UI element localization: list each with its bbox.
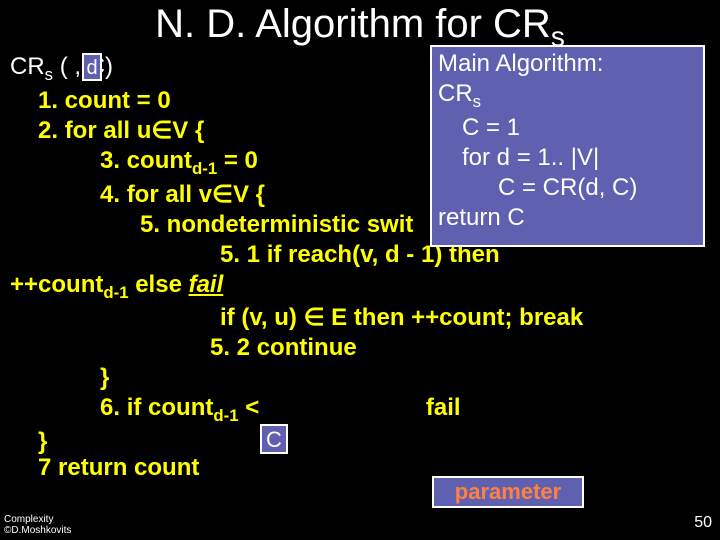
box-parameter-label: parameter bbox=[432, 476, 584, 508]
box-c-param: C bbox=[260, 424, 288, 454]
box-d-param: d bbox=[82, 53, 102, 81]
footer-credit: Complexity ©D.Moshkovits bbox=[4, 514, 71, 536]
page-number: 50 bbox=[694, 514, 712, 532]
main-algorithm-box: Main Algorithm: CRs C = 1 for d = 1.. |V… bbox=[430, 45, 705, 247]
